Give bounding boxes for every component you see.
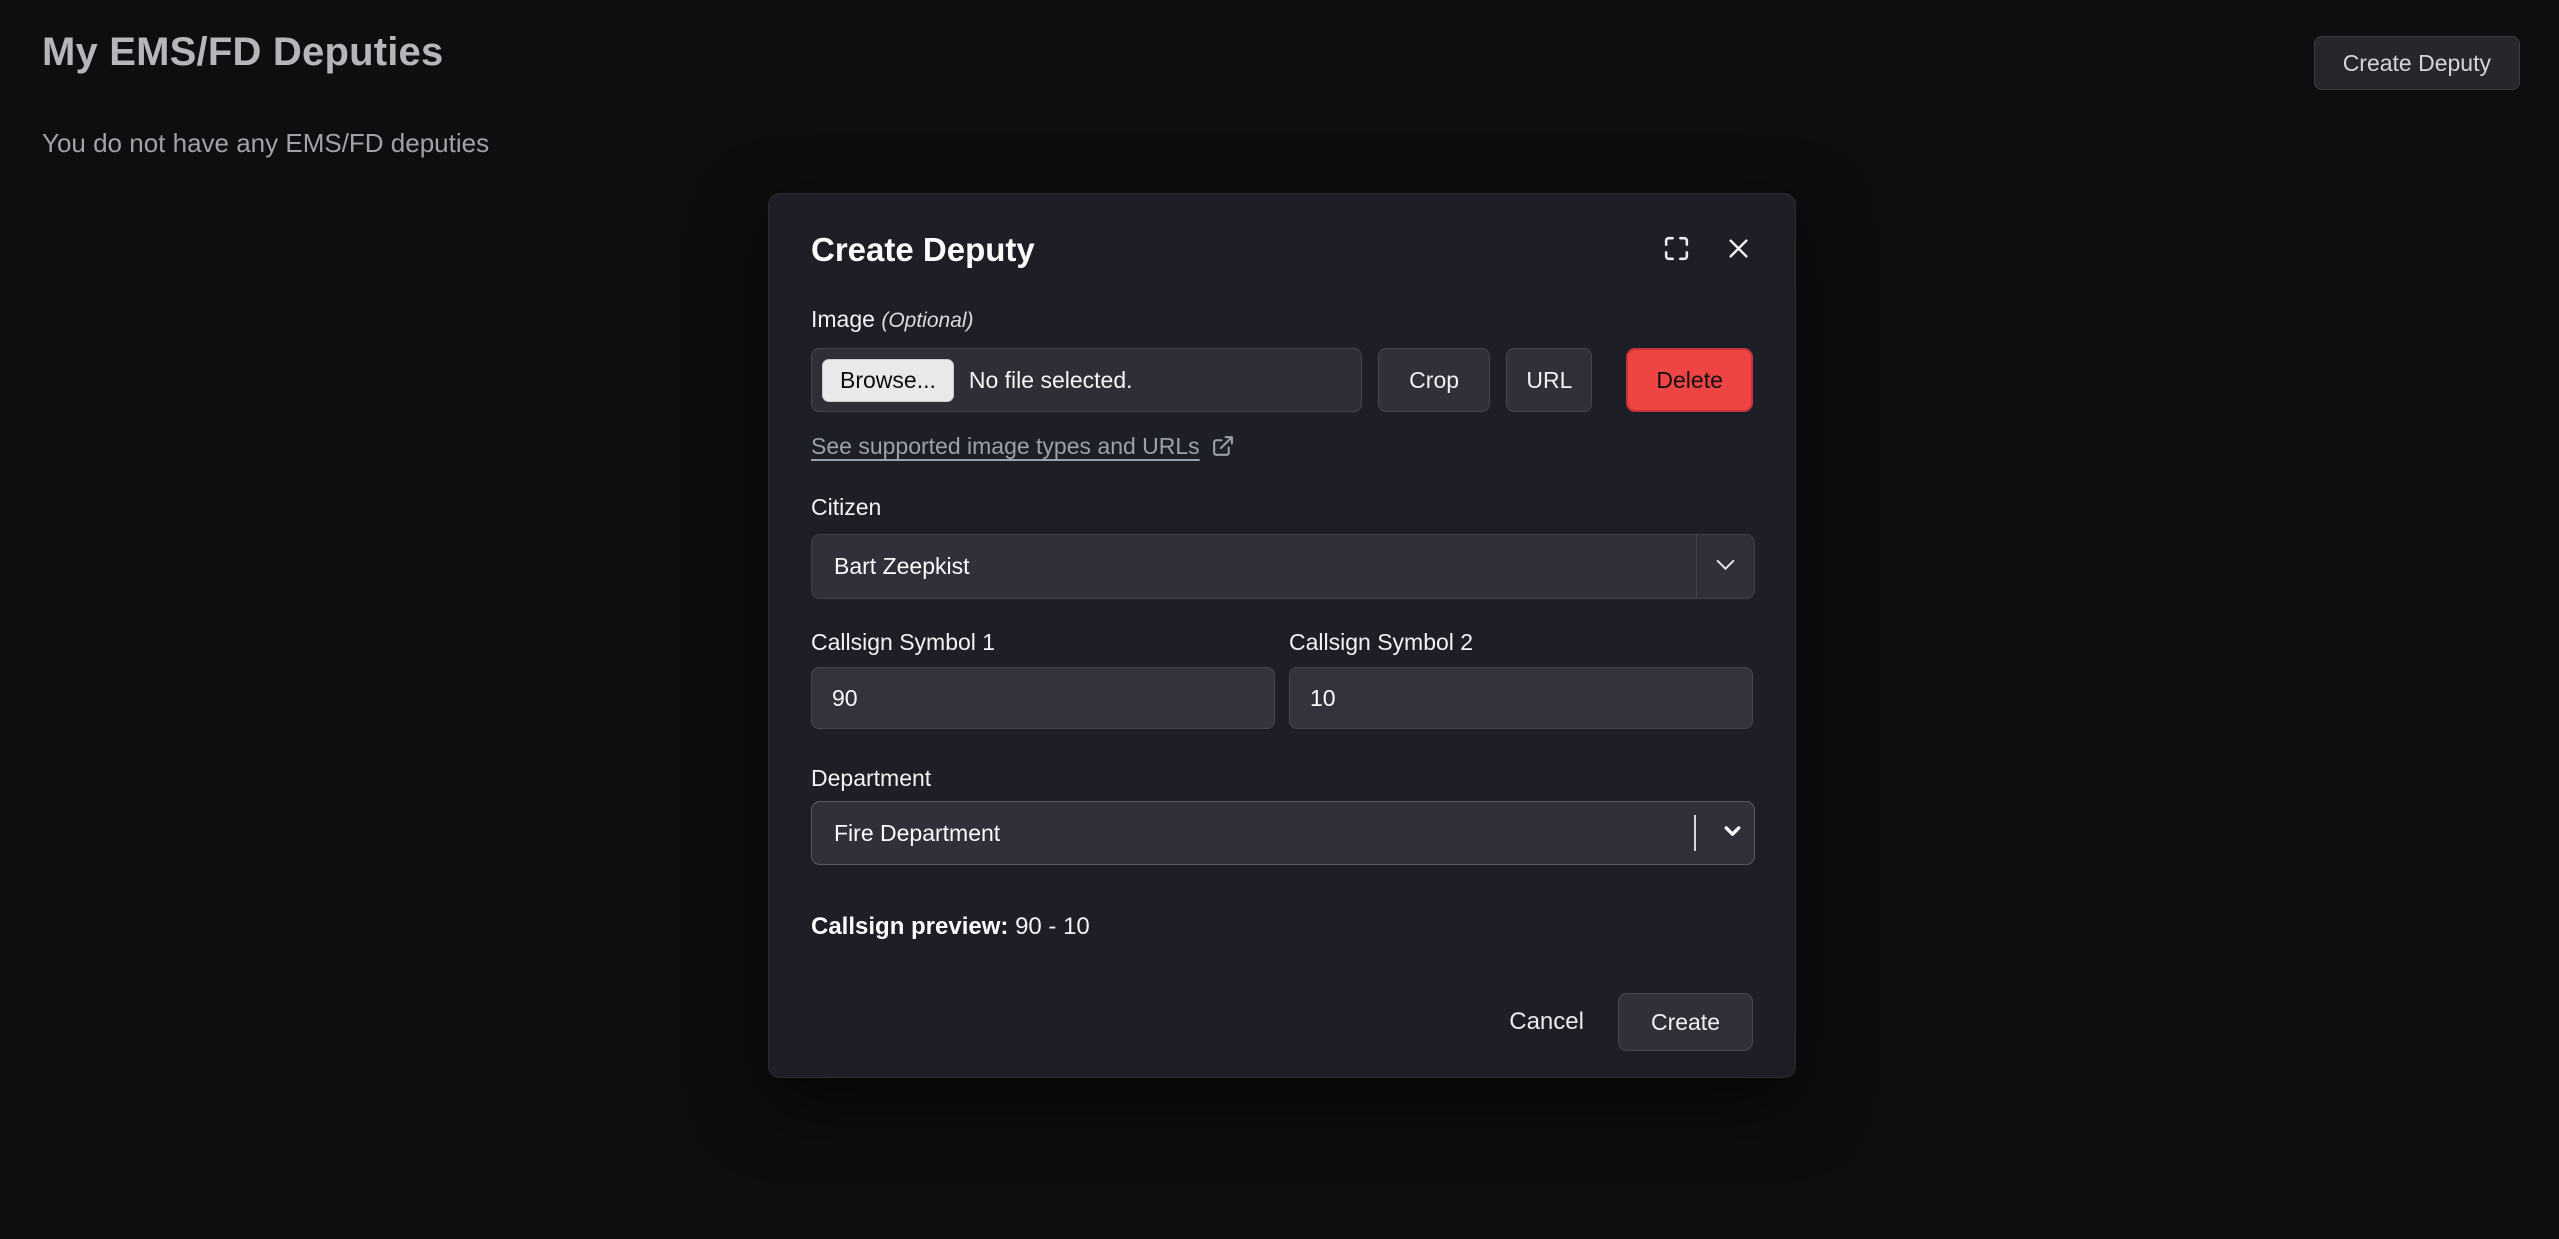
create-deputy-button[interactable]: Create Deputy <box>2314 36 2520 90</box>
department-select-value: Fire Department <box>834 820 1694 847</box>
empty-state-message: You do not have any EMS/FD deputies <box>42 128 489 159</box>
supported-images-link[interactable]: See supported image types and URLs <box>811 433 1200 460</box>
department-select[interactable]: Fire Department <box>811 801 1755 865</box>
crop-button[interactable]: Crop <box>1378 348 1491 412</box>
image-field-label: Image (Optional) <box>811 304 1753 334</box>
delete-image-button[interactable]: Delete <box>1626 348 1753 412</box>
modal-header-icons <box>1661 233 1753 267</box>
callsign2-column: Callsign Symbol 2 <box>1289 627 1753 729</box>
citizen-select-value: Bart Zeepkist <box>834 553 1696 580</box>
external-link-icon <box>1210 434 1235 459</box>
modal-footer: Cancel Create <box>811 993 1753 1051</box>
citizen-select-chevron-button[interactable] <box>1697 535 1754 598</box>
url-button[interactable]: URL <box>1506 348 1592 412</box>
callsign2-input[interactable] <box>1289 667 1753 729</box>
image-file-row: Browse... No file selected. Crop URL Del… <box>811 348 1753 412</box>
text-cursor <box>1694 815 1696 851</box>
chevron-down-icon <box>1711 550 1740 584</box>
optional-tag: (Optional) <box>881 309 973 332</box>
callsign1-input[interactable] <box>811 667 1275 729</box>
close-icon <box>1724 234 1753 266</box>
callsign1-column: Callsign Symbol 1 <box>811 627 1275 729</box>
chevron-down-icon <box>1720 818 1745 848</box>
maximize-icon <box>1661 233 1692 267</box>
department-select-chevron-button[interactable] <box>1710 802 1754 864</box>
callsign-preview: Callsign preview: 90 - 10 <box>811 913 1753 943</box>
page-title: My EMS/FD Deputies <box>42 30 443 75</box>
department-field-label: Department <box>811 763 1753 793</box>
supported-images-row: See supported image types and URLs <box>811 432 1753 460</box>
close-button[interactable] <box>1724 234 1753 266</box>
browse-button[interactable]: Browse... <box>822 359 954 402</box>
file-status-text: No file selected. <box>969 367 1133 394</box>
citizen-select[interactable]: Bart Zeepkist <box>811 534 1755 599</box>
callsign2-label: Callsign Symbol 2 <box>1289 627 1753 655</box>
image-file-input[interactable]: Browse... No file selected. <box>811 348 1362 412</box>
cancel-button[interactable]: Cancel <box>1501 1008 1592 1036</box>
create-deputy-modal: Create Deputy <box>768 193 1796 1078</box>
create-button[interactable]: Create <box>1618 993 1753 1051</box>
callsign1-label: Callsign Symbol 1 <box>811 627 1275 655</box>
callsign-preview-label: Callsign preview: <box>811 913 1008 940</box>
callsign-grid: Callsign Symbol 1 Callsign Symbol 2 <box>811 627 1753 729</box>
callsign-preview-value: 90 - 10 <box>1015 913 1090 940</box>
maximize-button[interactable] <box>1661 233 1692 267</box>
citizen-field-label: Citizen <box>811 492 1753 522</box>
modal-title: Create Deputy <box>811 231 1035 269</box>
modal-header: Create Deputy <box>811 230 1753 270</box>
